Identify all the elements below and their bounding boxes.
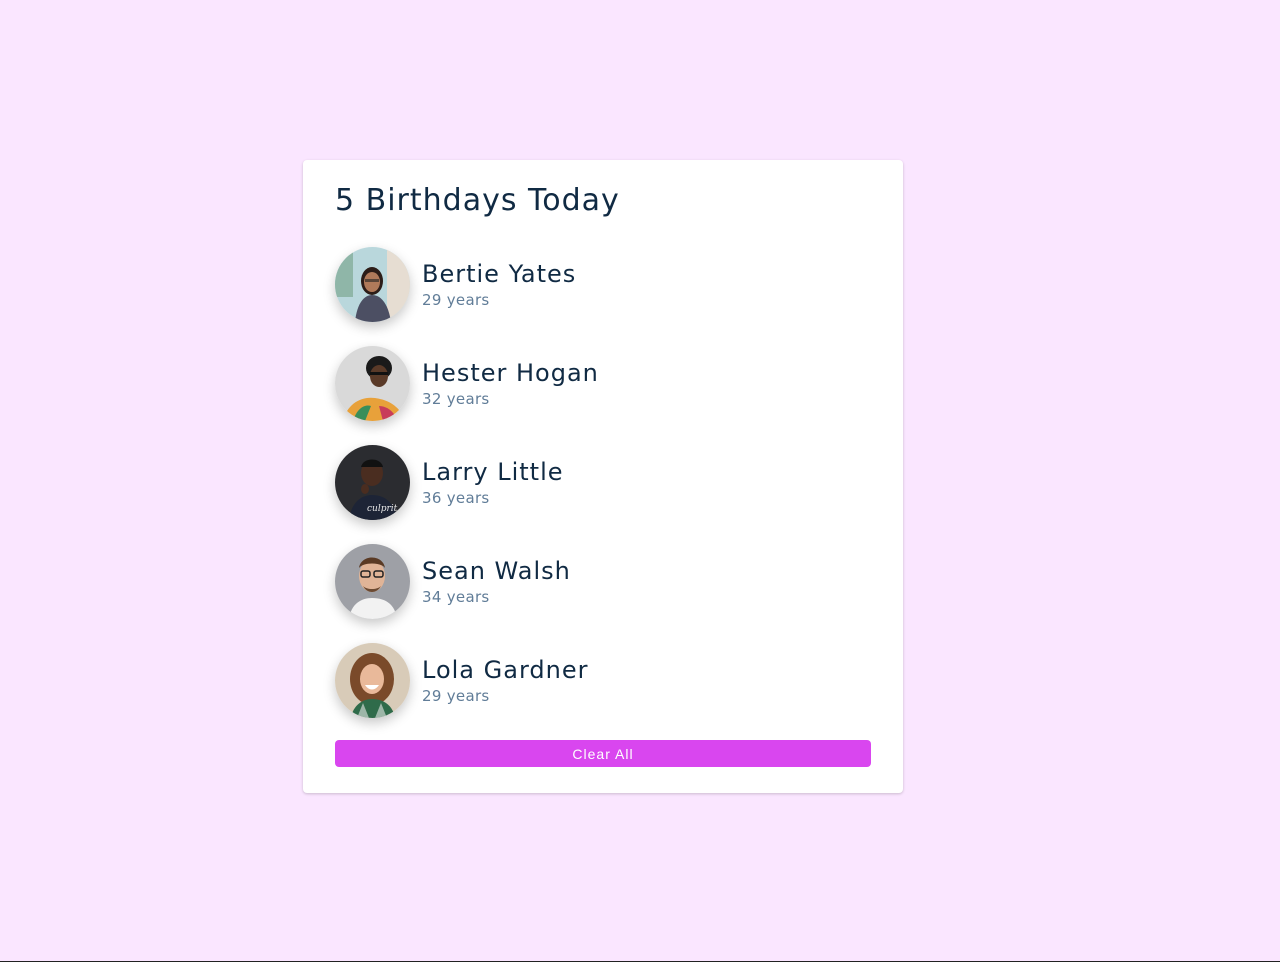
- person-info: Sean Walsh 34 years: [422, 557, 571, 606]
- clear-all-button[interactable]: Clear All: [335, 740, 871, 767]
- person-age: 29 years: [422, 686, 490, 705]
- person-name: Bertie Yates: [422, 260, 577, 289]
- person-info: Bertie Yates 29 years: [422, 260, 576, 309]
- person-item: Lola Gardner 29 years: [335, 643, 871, 718]
- avatar: culprit: [335, 445, 410, 520]
- avatar-image-icon: [335, 346, 410, 421]
- person-name: Sean Walsh: [422, 557, 571, 586]
- person-info: Larry Little 36 years: [422, 458, 564, 507]
- person-age: 32 years: [422, 389, 490, 408]
- avatar: [335, 346, 410, 421]
- avatar-image-icon: [335, 544, 410, 619]
- person-item: Hester Hogan 32 years: [335, 346, 871, 421]
- person-name: Hester Hogan: [422, 359, 599, 388]
- person-item: culprit Larry Little 36 years: [335, 445, 871, 520]
- person-name: Larry Little: [422, 458, 564, 487]
- avatar-image-icon: culprit: [335, 445, 410, 520]
- person-item: Sean Walsh 34 years: [335, 544, 871, 619]
- avatar: [335, 247, 410, 322]
- person-info: Lola Gardner 29 years: [422, 656, 588, 705]
- person-age: 36 years: [422, 488, 490, 507]
- person-name: Lola Gardner: [422, 656, 589, 685]
- birthday-card: 5 Birthdays Today Bertie Yates 29 years: [303, 160, 903, 793]
- avatar: [335, 544, 410, 619]
- page-title: 5 Birthdays Today: [335, 183, 620, 218]
- svg-text:culprit: culprit: [367, 504, 398, 514]
- avatar-image-icon: [335, 643, 410, 718]
- avatar: [335, 643, 410, 718]
- person-age: 29 years: [422, 290, 490, 309]
- person-age: 34 years: [422, 587, 490, 606]
- people-list: Bertie Yates 29 years Hester Hogan 32 ye…: [335, 247, 871, 718]
- person-info: Hester Hogan 32 years: [422, 359, 599, 408]
- person-item: Bertie Yates 29 years: [335, 247, 871, 322]
- avatar-image-icon: [335, 247, 410, 322]
